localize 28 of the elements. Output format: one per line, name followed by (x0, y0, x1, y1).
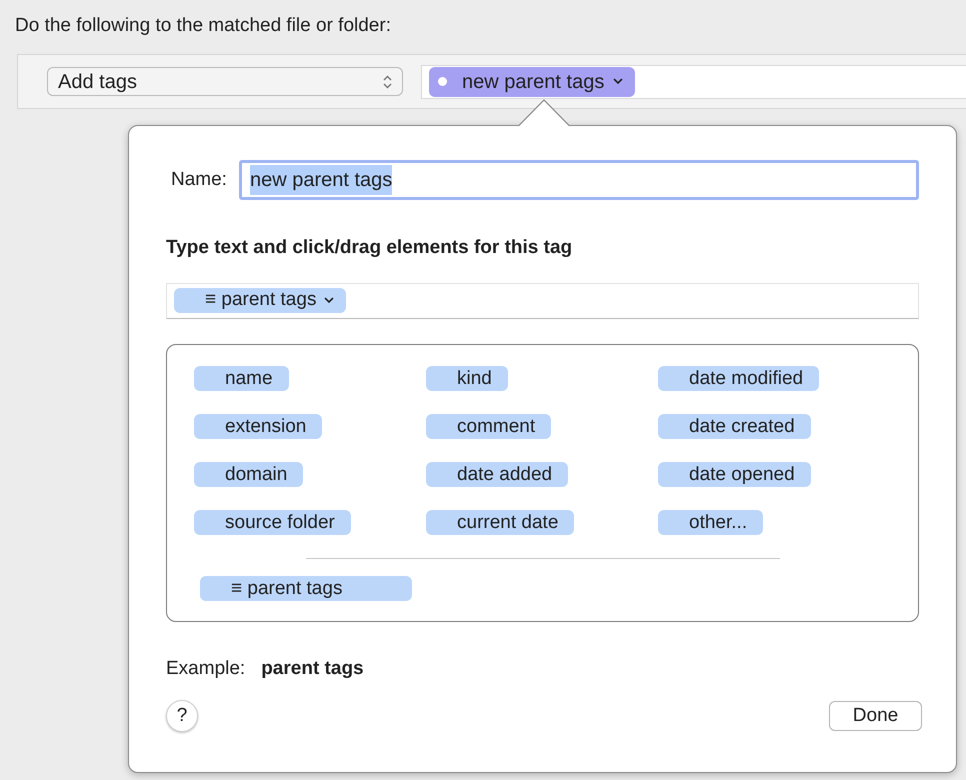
element-token[interactable]: extension (194, 414, 322, 438)
element-token[interactable]: date opened (658, 462, 811, 486)
element-token[interactable]: date created (658, 414, 811, 438)
element-token[interactable]: kind (426, 366, 508, 390)
element-token[interactable]: current date (426, 510, 574, 534)
instruction-text: Do the following to the matched file or folder: (15, 14, 391, 38)
chevron-icon (324, 297, 334, 304)
help-button[interactable]: ? (166, 700, 198, 732)
token-field[interactable]: ≡ parent tags (166, 282, 919, 318)
element-token[interactable]: date modified (658, 366, 820, 390)
name-field[interactable]: new parent tags (238, 160, 919, 200)
name-label: Name: (171, 168, 227, 192)
example-label: Example: (166, 656, 246, 680)
example-value: parent tags (261, 656, 364, 680)
done-button[interactable]: Done (829, 701, 922, 731)
element-token[interactable]: date added (426, 462, 568, 486)
element-token[interactable]: source folder (194, 510, 351, 534)
element-token[interactable]: name (194, 366, 289, 390)
updown-icon (383, 74, 392, 88)
element-token[interactable]: ≡ parent tags (200, 576, 412, 600)
element-token[interactable]: domain (194, 462, 304, 486)
chevron-icon (613, 78, 624, 85)
tag-token[interactable]: new parent tags (429, 66, 636, 96)
element-token[interactable]: ≡ parent tags (174, 288, 346, 313)
element-token[interactable]: comment (426, 414, 552, 438)
action-select[interactable]: Add tags (47, 67, 403, 96)
element-token[interactable]: other... (658, 510, 764, 534)
section-heading: Type text and click/drag elements for this tag (166, 236, 574, 260)
